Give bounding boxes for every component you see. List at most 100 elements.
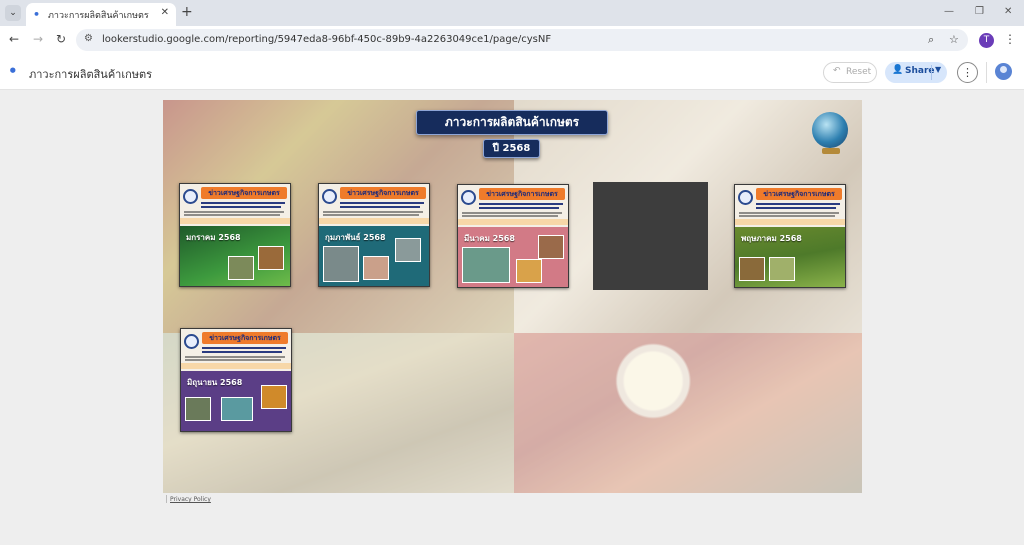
card-photo: มกราคม 2568 — [180, 226, 290, 286]
agency-seal-icon — [738, 190, 753, 205]
report-title: ภาวะการผลิตสินค้าเกษตร — [29, 68, 153, 81]
card-text-line — [323, 214, 419, 216]
card-thumbnail — [261, 385, 287, 409]
card-strip — [181, 363, 291, 369]
card-thumbnail — [769, 257, 795, 281]
card-thumbnail — [739, 257, 765, 281]
card-subtitle-line — [340, 206, 420, 208]
card-thumbnail — [185, 397, 211, 421]
card-text-line — [184, 214, 280, 216]
close-tab-icon[interactable]: ✕ — [161, 7, 169, 18]
looker-header: • ภาวะการผลิตสินค้าเกษตร ↶ Reset 👤 Share… — [0, 54, 1024, 90]
new-tab-icon[interactable]: + — [181, 4, 193, 20]
account-avatar[interactable] — [995, 63, 1012, 80]
browser-profile-avatar[interactable]: T — [979, 33, 994, 48]
card-text-line — [462, 215, 558, 217]
card-subtitle-line — [340, 202, 424, 204]
browser-tab[interactable]: • ภาวะการผลิตสินค้าเกษตร ✕ — [26, 3, 176, 26]
card-photo: มีนาคม 2568 — [458, 227, 568, 287]
tab-title: ภาวะการผลิตสินค้าเกษตร — [48, 11, 149, 21]
card-subtitle-line — [756, 203, 840, 205]
card-header: ข่าวเศรษฐกิจการเกษตร — [458, 185, 568, 227]
card-thumbnail — [462, 247, 510, 283]
card-month: มีนาคม 2568 — [464, 234, 515, 243]
window-close-icon[interactable]: ✕ — [1004, 6, 1012, 17]
footer-divider — [166, 495, 167, 503]
back-icon[interactable]: ← — [9, 32, 19, 46]
card-header: ข่าวเศรษฐกิจการเกษตร — [180, 184, 290, 226]
card-strip — [735, 219, 845, 225]
card-subtitle-line — [201, 206, 281, 208]
restore-icon[interactable]: ❐ — [975, 6, 984, 17]
address-bar-row: ← → ↻ ⚙ lookerstudio.google.com/reportin… — [0, 26, 1024, 54]
newsletter-card-february[interactable]: ข่าวเศรษฐกิจการเกษตร กุมภาพันธ์ 2568 — [318, 183, 430, 287]
card-text-line — [739, 212, 839, 214]
card-text-line — [184, 211, 284, 213]
card-text-line — [323, 211, 423, 213]
card-thumbnail — [538, 235, 564, 259]
tab-search-icon[interactable]: ⌄ — [5, 5, 21, 21]
card-thumbnail — [258, 246, 284, 270]
zoom-icon[interactable]: ⌕ — [928, 33, 934, 47]
browser-menu-icon[interactable]: ⋮ — [1004, 32, 1016, 46]
card-subtitle-line — [202, 351, 282, 353]
newsletter-card-january[interactable]: ข่าวเศรษฐกิจการเกษตร มกราคม 2568 — [179, 183, 291, 287]
bookmark-star-icon[interactable]: ☆ — [949, 33, 959, 46]
card-banner: ข่าวเศรษฐกิจการเกษตร — [202, 332, 288, 344]
header-divider — [986, 62, 987, 83]
url-field[interactable]: ⚙ lookerstudio.google.com/reporting/5947… — [76, 29, 968, 51]
card-text-line — [462, 212, 562, 214]
card-photo: กุมภาพันธ์ 2568 — [319, 226, 429, 286]
card-subtitle-line — [756, 207, 836, 209]
undo-icon: ↶ — [833, 66, 841, 76]
looker-studio-logo-icon[interactable]: • — [8, 62, 18, 80]
reset-button[interactable]: ↶ Reset — [823, 62, 877, 83]
newsletter-card-march[interactable]: ข่าวเศรษฐกิจการเกษตร มีนาคม 2568 — [457, 184, 569, 288]
card-thumbnail — [395, 238, 421, 262]
year-badge: ปี 2568 — [483, 139, 540, 158]
report-canvas: ภาวะการผลิตสินค้าเกษตร ปี 2568 ข่าวเศรษฐ… — [163, 100, 862, 493]
newsletter-card-june[interactable]: ข่าวเศรษฐกิจการเกษตร มิถุนายน 2568 — [180, 328, 292, 432]
card-photo: มิถุนายน 2568 — [181, 371, 291, 431]
card-banner: ข่าวเศรษฐกิจการเกษตร — [201, 187, 287, 199]
chevron-down-icon[interactable]: ▼ — [935, 65, 941, 74]
card-text-line — [739, 215, 835, 217]
url-text: lookerstudio.google.com/reporting/5947ed… — [102, 34, 552, 45]
agency-seal-icon — [183, 189, 198, 204]
site-info-icon[interactable]: ⚙ — [84, 33, 93, 44]
card-strip — [458, 219, 568, 225]
reset-label: Reset — [846, 67, 872, 77]
card-month: มกราคม 2568 — [186, 233, 241, 242]
agency-seal-icon — [461, 190, 476, 205]
card-header: ข่าวเศรษฐกิจการเกษตร — [319, 184, 429, 226]
more-options-button[interactable]: ⋮ — [957, 62, 978, 83]
card-subtitle-line — [202, 347, 286, 349]
card-strip — [180, 218, 290, 224]
report-main-title: ภาวะการผลิตสินค้าเกษตร — [416, 110, 608, 135]
card-header: ข่าวเศรษฐกิจการเกษตร — [735, 185, 845, 227]
add-person-icon: 👤 — [892, 65, 904, 75]
reload-icon[interactable]: ↻ — [56, 32, 66, 46]
globe-stand — [822, 148, 840, 154]
card-subtitle-line — [201, 202, 285, 204]
share-button[interactable]: 👤 Share ▼ — [885, 62, 947, 83]
card-text-line — [185, 359, 281, 361]
looker-studio-favicon-icon: • — [33, 8, 41, 21]
privacy-policy-link[interactable]: Privacy Policy — [170, 496, 211, 503]
card-subtitle-line — [479, 207, 559, 209]
card-month: มิถุนายน 2568 — [187, 378, 243, 387]
card-thumbnail — [363, 256, 389, 280]
agency-seal-icon — [184, 334, 199, 349]
card-month: กุมภาพันธ์ 2568 — [325, 233, 386, 242]
agency-seal-icon — [322, 189, 337, 204]
card-photo: พฤษภาคม 2568 — [735, 227, 845, 287]
minimize-icon[interactable]: — — [944, 6, 954, 17]
card-text-line — [185, 356, 285, 358]
forward-icon[interactable]: → — [33, 32, 43, 46]
newsletter-card-may[interactable]: ข่าวเศรษฐกิจการเกษตร พฤษภาคม 2568 — [734, 184, 846, 288]
card-thumbnail — [516, 259, 542, 283]
card-month: พฤษภาคม 2568 — [741, 234, 802, 243]
card-strip — [319, 218, 429, 224]
card-banner: ข่าวเศรษฐกิจการเกษตร — [479, 188, 565, 200]
card-header: ข่าวเศรษฐกิจการเกษตร — [181, 329, 291, 371]
